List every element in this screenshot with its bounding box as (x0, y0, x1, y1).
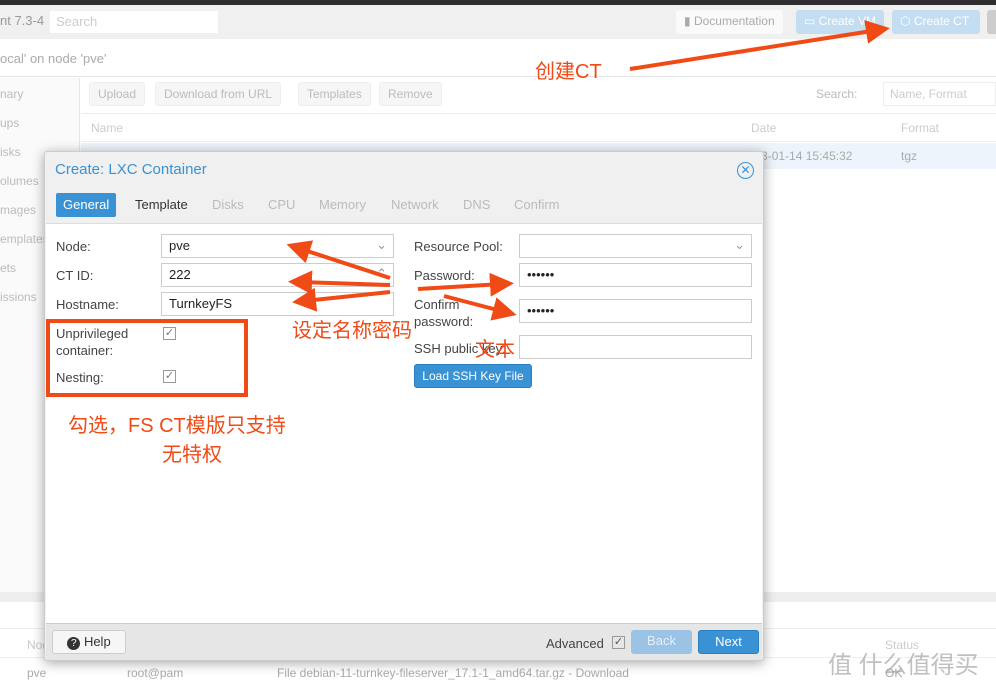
arrow-node (286, 240, 391, 280)
annotation-check-2: 无特权 (162, 444, 222, 466)
arrow-confirm (443, 294, 517, 321)
arrow-password (417, 272, 514, 297)
watermark: 值 什么值得买 (828, 652, 979, 679)
annotation-create-ct: 创建CT (535, 61, 602, 83)
highlight-box (46, 319, 248, 397)
annotation-text: 文本 (475, 339, 515, 361)
arrow-hostname (292, 287, 391, 312)
annotation-check-1: 勾选，FS CT模版只支持 (68, 415, 286, 437)
arrow-ctid (288, 270, 391, 295)
annotation-set-name: 设定名称密码 (292, 320, 412, 342)
arrow-create-ct (629, 20, 890, 71)
